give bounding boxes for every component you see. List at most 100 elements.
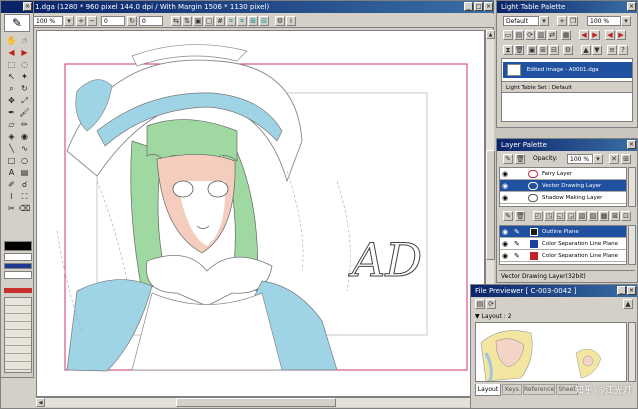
light-table-up-icon[interactable]: ▲: [581, 45, 591, 55]
marquee-icon[interactable]: ⬚: [6, 59, 17, 70]
light-table-percent-dropdown-icon[interactable]: ▾: [621, 16, 631, 26]
bucket-icon[interactable]: ◈: [6, 131, 17, 142]
color-swatch-white[interactable]: [4, 253, 32, 261]
canvas-settings-icon[interactable]: ⚙: [275, 16, 285, 26]
scroll-up-icon[interactable]: ▲: [486, 30, 495, 39]
frame-field[interactable]: 0: [139, 16, 163, 26]
plane-row-color-separation-red[interactable]: ◉ ✎ Color Separation Line Plane: [500, 250, 626, 262]
zoom-dropdown-icon[interactable]: ▾: [64, 16, 74, 26]
light-table-film-icon[interactable]: ▦: [561, 30, 571, 40]
plane-list[interactable]: ◉ ✎ Outline Plane ◉ ✎ Color Separation L…: [499, 225, 627, 265]
rectangle-icon[interactable]: □: [6, 155, 17, 166]
safety-frame-icon[interactable]: ⊞: [248, 16, 258, 26]
fill-icon[interactable]: ◉: [19, 131, 30, 142]
light-table-page-icon[interactable]: ▭: [503, 30, 513, 40]
actual-size-icon[interactable]: ▢: [204, 16, 214, 26]
canvas-info-icon[interactable]: i: [286, 16, 296, 26]
grid-icon[interactable]: #: [215, 16, 225, 26]
zoom-in-icon[interactable]: +: [76, 16, 86, 26]
previewer-thumbnails[interactable]: [475, 322, 627, 382]
plane-tool-8-icon[interactable]: ⊠: [610, 211, 620, 221]
vertical-scroll-thumb[interactable]: [486, 150, 495, 260]
layout-thumbnail[interactable]: [476, 323, 627, 382]
eraser-icon[interactable]: ▱: [6, 119, 17, 130]
magic-wand-icon[interactable]: ✦: [19, 71, 30, 82]
previewer-up-icon[interactable]: ▲: [623, 299, 633, 309]
light-table-copy-icon[interactable]: ❐: [568, 16, 578, 26]
light-table-set-dropdown[interactable]: Default: [503, 16, 539, 26]
plane-row-color-separation-blue[interactable]: ◉ ✎ Color Separation Line Plane: [500, 238, 626, 250]
canvas-area[interactable]: AD: [36, 30, 485, 397]
file-previewer-minimize-icon[interactable]: _: [617, 286, 626, 295]
pen-icon[interactable]: ✒: [6, 107, 17, 118]
light-table-toggle-icon[interactable]: ⌗: [237, 16, 247, 26]
minimize-icon[interactable]: _: [464, 2, 473, 11]
drawing-canvas[interactable]: AD: [37, 31, 485, 397]
light-table-close-icon[interactable]: ×: [627, 2, 636, 11]
current-tool-brush-icon[interactable]: ✎: [4, 14, 30, 32]
plane-tool-7-icon[interactable]: ▩: [599, 211, 609, 221]
eye-icon[interactable]: ◉: [502, 240, 510, 248]
horizontal-scrollbar[interactable]: ◀ ▶: [36, 397, 485, 407]
layer-palette-close-icon[interactable]: ×: [627, 140, 636, 149]
color-swatch-red[interactable]: [4, 288, 32, 293]
light-table-settings-icon[interactable]: ⚙: [563, 45, 573, 55]
plane-tool-1-icon[interactable]: ◰: [533, 211, 543, 221]
layer-lock-icon[interactable]: ✕: [609, 154, 619, 164]
toolbox-close-icon[interactable]: ×: [23, 2, 32, 11]
delete-plane-icon[interactable]: 🗑: [515, 211, 525, 221]
move-icon[interactable]: ✥: [6, 95, 17, 106]
tab-layout[interactable]: Layout: [475, 384, 501, 396]
light-table-first-icon[interactable]: ◀: [605, 30, 615, 40]
transform-icon[interactable]: ⤢: [19, 95, 30, 106]
layer-options-icon[interactable]: ⊞: [621, 154, 631, 164]
light-table-prev-icon[interactable]: ◀: [579, 30, 589, 40]
layer-row-fairy[interactable]: ◉ Fairy Layer: [500, 168, 626, 180]
color-swatch-black[interactable]: [4, 241, 32, 251]
eye-icon[interactable]: ◉: [502, 252, 510, 260]
pencil-icon[interactable]: ✏: [19, 119, 30, 130]
previewer-open-icon[interactable]: ▤: [475, 299, 485, 309]
light-table-last-icon[interactable]: ▶: [616, 30, 626, 40]
maximize-icon[interactable]: □: [474, 2, 483, 11]
flip-vertical-icon[interactable]: ⇅: [182, 16, 192, 26]
field-guide-icon[interactable]: ⌗: [226, 16, 236, 26]
layer-row-vector-drawing[interactable]: ◉ Vector Drawing Layer: [500, 180, 626, 192]
previewer-refresh-icon[interactable]: ⟳: [486, 299, 496, 309]
light-table-split-icon[interactable]: ⊟: [549, 45, 559, 55]
rotate-view-icon[interactable]: ↻: [19, 83, 30, 94]
opacity-dropdown-icon[interactable]: ▾: [593, 154, 603, 164]
plane-list-scrollbar[interactable]: [628, 225, 636, 265]
trace-icon[interactable]: ⌇: [6, 191, 17, 202]
onion-skin-icon[interactable]: ⊟: [259, 16, 269, 26]
light-table-sync-icon[interactable]: ⇄: [547, 30, 557, 40]
light-table-help-icon[interactable]: ?: [618, 45, 628, 55]
plane-row-outline[interactable]: ◉ ✎ Outline Plane: [500, 226, 626, 238]
gradient-icon[interactable]: ▤: [19, 167, 30, 178]
plane-tool-5-icon[interactable]: ▧: [577, 211, 587, 221]
delete-layer-icon[interactable]: 🗑: [515, 154, 525, 164]
light-table-down-icon[interactable]: ▼: [592, 45, 602, 55]
eye-icon[interactable]: ◉: [502, 170, 510, 178]
new-layer-icon[interactable]: ✎: [503, 154, 513, 164]
line-icon[interactable]: ╲: [6, 143, 17, 154]
light-table-add-icon[interactable]: +: [557, 16, 567, 26]
eye-icon[interactable]: ◉: [502, 228, 510, 236]
layer-list-scrollbar[interactable]: [628, 167, 636, 207]
file-previewer-close-icon[interactable]: ×: [627, 286, 636, 295]
color-swatch-white-2[interactable]: [4, 271, 32, 279]
horizontal-scroll-thumb[interactable]: [176, 398, 336, 407]
light-table-refresh-icon[interactable]: ⟳: [525, 30, 535, 40]
zoom-field[interactable]: 100 %: [33, 16, 63, 26]
light-table-dropdown-icon[interactable]: ▾: [539, 16, 549, 26]
rotation-field[interactable]: 0: [101, 16, 125, 26]
plane-tool-2-icon[interactable]: ◳: [544, 211, 554, 221]
eye-icon[interactable]: ◉: [502, 194, 510, 202]
tab-keys[interactable]: Keys: [502, 384, 522, 395]
light-table-percent-field[interactable]: 100 %: [587, 16, 621, 26]
color-swatch-blue[interactable]: [4, 263, 32, 269]
layout-collapse-icon[interactable]: ▼: [475, 313, 480, 320]
lasso-icon[interactable]: ◌: [19, 59, 30, 70]
light-table-hourglass-icon[interactable]: ⧗: [503, 45, 513, 55]
light-table-next-icon[interactable]: ▶: [590, 30, 600, 40]
